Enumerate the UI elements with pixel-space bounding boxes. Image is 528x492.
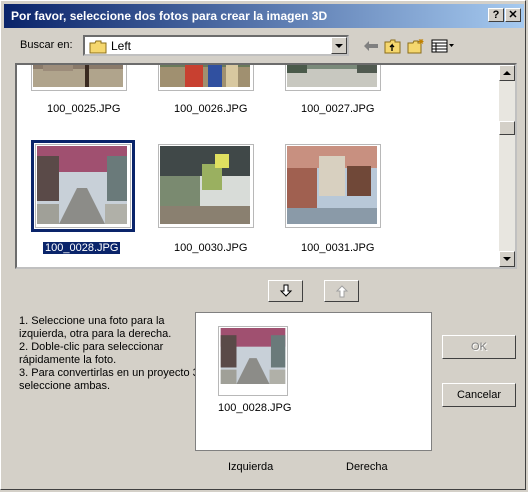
file-thumbnail-6[interactable] (285, 144, 381, 228)
lookin-label: Buscar en: (20, 39, 73, 51)
preview-photo-image (220, 328, 286, 384)
stereo-preview-panel[interactable]: 100_0028.JPG (195, 312, 432, 451)
arrow-down-icon (279, 284, 292, 297)
lookin-combo[interactable]: Left (83, 35, 349, 56)
right-slot-label: Derecha (346, 461, 388, 473)
view-list-icon (431, 39, 454, 53)
photo-rotated-image (160, 146, 250, 224)
instruction-line: 3. Para convertirlas en un proyecto 3D s… (19, 367, 207, 392)
left-slot-label: Izquierda (228, 461, 274, 473)
close-button[interactable]: ✕ (505, 8, 521, 22)
up-folder-icon (384, 39, 401, 54)
instruction-line: 1. Seleccione una foto para la izquierda… (19, 315, 172, 340)
window-title: Por favor, seleccione dos fotos para cre… (11, 9, 328, 23)
file-name: 100_0027.JPG (301, 103, 375, 115)
file-thumbnail-1[interactable] (31, 65, 127, 91)
file-name-selected: 100_0028.JPG (43, 242, 121, 254)
photo-tree-street-image (37, 146, 127, 224)
back-arrow-icon (364, 41, 378, 51)
chevron-down-icon[interactable] (331, 37, 347, 54)
instruction-line: 2. Doble-clic para seleccionar rápidamen… (19, 341, 164, 366)
file-name: 100_0026.JPG (174, 103, 248, 115)
dialog-window: Por favor, seleccione dos fotos para cre… (0, 0, 526, 490)
help-button[interactable]: ? (488, 8, 504, 22)
title-bar[interactable]: Por favor, seleccione dos fotos para cre… (4, 4, 524, 28)
file-thumbnail-2[interactable] (158, 65, 254, 91)
new-folder-button[interactable] (406, 37, 426, 55)
view-menu-button[interactable] (430, 37, 456, 55)
lookin-value: Left (111, 39, 132, 53)
preview-thumbnail[interactable] (218, 326, 288, 396)
instructions: 1. Seleccione una foto para la izquierda… (19, 315, 209, 393)
scroll-up-button[interactable] (499, 65, 515, 81)
move-down-button[interactable] (268, 280, 303, 302)
scroll-down-button[interactable] (499, 251, 515, 267)
new-folder-icon (407, 39, 424, 54)
chevron-down-icon (503, 257, 511, 261)
file-thumbnail-3[interactable] (285, 65, 381, 91)
file-name: 100_0030.JPG (174, 242, 248, 254)
file-thumbnail-4[interactable] (35, 144, 131, 228)
photo-people-image (160, 65, 250, 87)
chevron-up-icon (503, 71, 511, 75)
vertical-scrollbar[interactable] (499, 65, 515, 267)
back-button[interactable] (361, 37, 381, 55)
photo-road-image (287, 65, 377, 87)
ok-button[interactable]: OK (442, 335, 516, 359)
file-thumbnail-5[interactable] (158, 144, 254, 228)
photo-street-image (33, 65, 123, 87)
photo-people-rotated-image (287, 146, 377, 224)
folder-icon (89, 40, 107, 57)
cancel-button[interactable]: Cancelar (442, 383, 516, 407)
scroll-thumb[interactable] (499, 121, 515, 135)
preview-file-name: 100_0028.JPG (218, 402, 292, 414)
arrow-up-icon (335, 285, 348, 298)
move-up-button[interactable] (324, 280, 359, 302)
file-name: 100_0025.JPG (47, 103, 121, 115)
up-folder-button[interactable] (383, 37, 403, 55)
file-name: 100_0031.JPG (301, 242, 375, 254)
file-list[interactable]: 100_0025.JPG 100_0026.JPG 100_0027.JPG 1… (15, 63, 517, 269)
